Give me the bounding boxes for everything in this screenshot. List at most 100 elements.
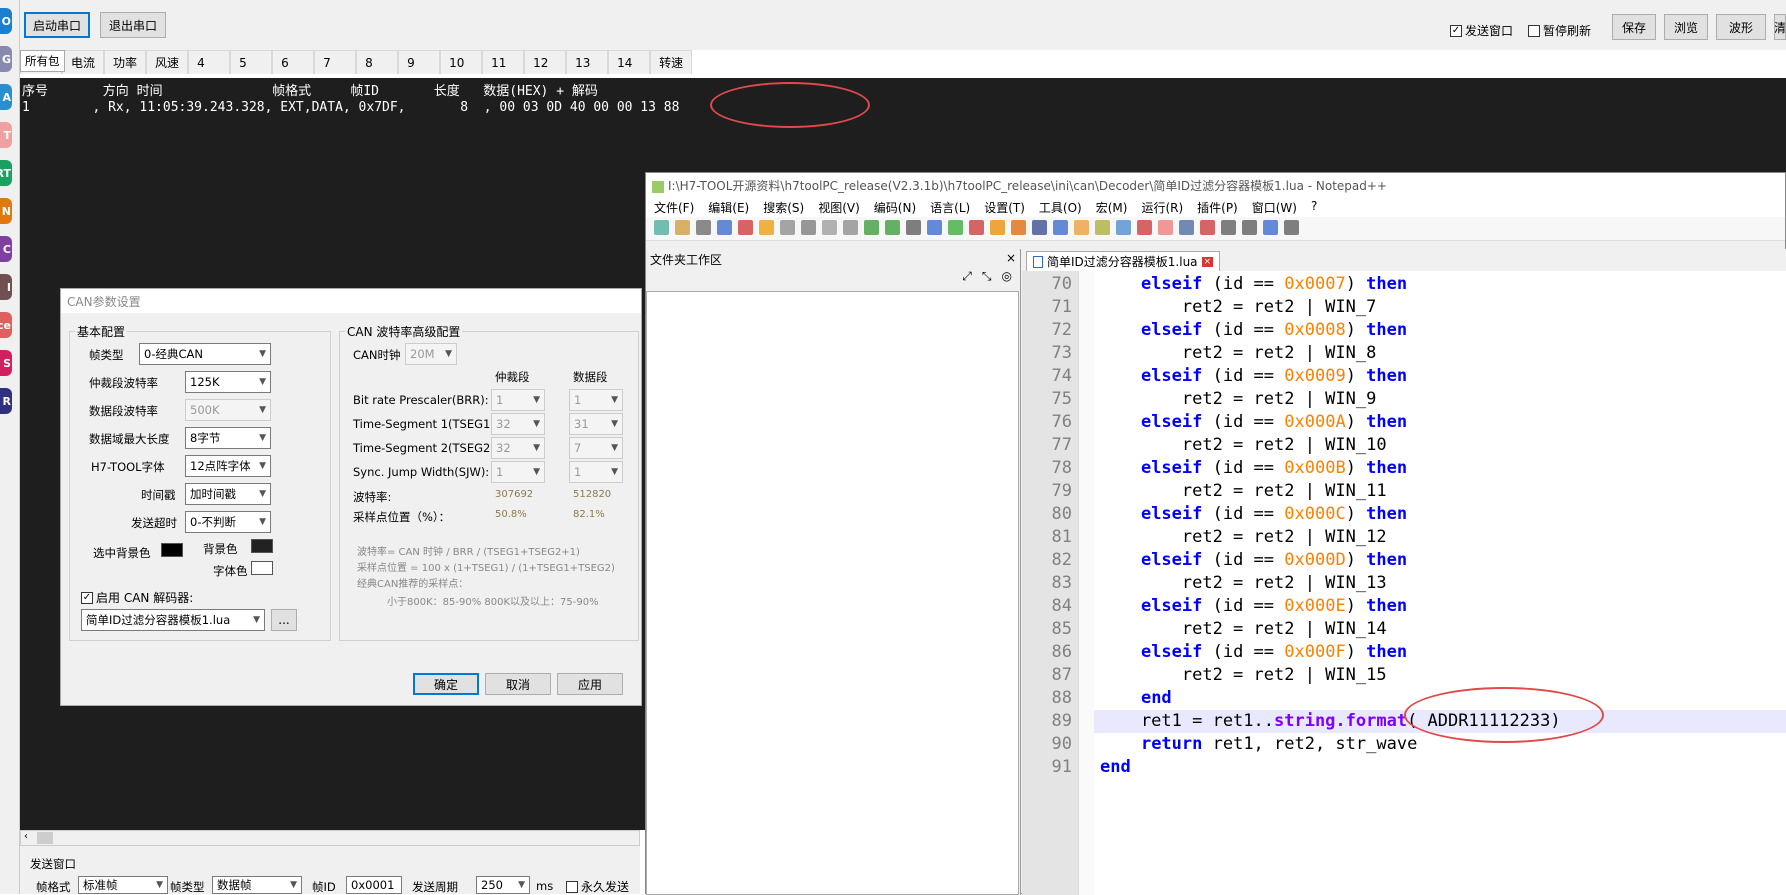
decoder-file-select[interactable]: 简单ID过滤分容器模板1.lua ▼ <box>81 609 265 631</box>
toolbar-button-icon[interactable] <box>1095 220 1110 235</box>
tab-channel[interactable]: 8 <box>356 50 399 74</box>
workspace-tree[interactable] <box>646 291 1019 895</box>
adv-data-select[interactable]: 7 ▼ <box>569 437 623 459</box>
tab-channel[interactable]: 转速 <box>650 50 693 74</box>
app-badge-icon[interactable]: T <box>0 122 12 148</box>
browse-button[interactable]: 浏览 <box>1664 14 1708 40</box>
sel-bg-swatch[interactable] <box>161 543 183 557</box>
toolbar-button-icon[interactable] <box>759 220 774 235</box>
tab-channel[interactable]: 14 <box>608 50 651 74</box>
frame-format-select[interactable]: 标准帧 ▼ <box>78 876 168 894</box>
app-badge-icon[interactable]: C <box>0 236 12 262</box>
expand-icon[interactable]: ⤢ <box>962 269 972 284</box>
menu-item[interactable]: 视图(V) <box>818 199 860 215</box>
toolbar-button-icon[interactable] <box>948 220 963 235</box>
toolbar-button-icon[interactable] <box>1053 220 1068 235</box>
close-icon[interactable]: × <box>1006 251 1016 267</box>
frame-id-input[interactable]: 0x0001 <box>346 876 402 894</box>
toolbar-button-icon[interactable] <box>822 220 837 235</box>
menu-item[interactable]: ? <box>1311 199 1317 215</box>
adv-arb-select[interactable]: 32 ▼ <box>491 413 545 435</box>
menu-item[interactable]: 语言(L) <box>930 199 970 215</box>
toolbar-button-icon[interactable] <box>801 220 816 235</box>
toolbar-button-icon[interactable] <box>717 220 732 235</box>
toolbar-button-icon[interactable] <box>1221 220 1236 235</box>
send-window-checkbox[interactable]: ✓ 发送窗口 <box>1450 22 1513 39</box>
timestamp-select[interactable]: 加时间戳 ▼ <box>185 483 271 505</box>
adv-arb-select[interactable]: 1 ▼ <box>491 389 545 411</box>
horizontal-scrollbar[interactable]: ‹ <box>20 830 640 846</box>
toolbar-button-icon[interactable] <box>1032 220 1047 235</box>
menu-item[interactable]: 文件(F) <box>654 199 694 215</box>
app-badge-icon[interactable]: G <box>0 46 12 72</box>
tab-channel[interactable]: 功率 <box>104 50 147 74</box>
pause-refresh-checkbox[interactable]: 暂停刷新 <box>1528 22 1591 39</box>
exit-port-button[interactable]: 退出串口 <box>100 12 166 38</box>
toolbar-button-icon[interactable] <box>1137 220 1152 235</box>
tab-channel[interactable]: 4 <box>188 50 231 74</box>
menu-item[interactable]: 搜索(S) <box>763 199 804 215</box>
menu-item[interactable]: 工具(O) <box>1039 199 1082 215</box>
frame-type-select[interactable]: 0-经典CAN ▼ <box>139 343 271 365</box>
tab-channel[interactable]: 12 <box>524 50 567 74</box>
tab-channel[interactable]: 5 <box>230 50 273 74</box>
ok-button[interactable]: 确定 <box>413 673 479 695</box>
toolbar-button-icon[interactable] <box>1284 220 1299 235</box>
toolbar-button-icon[interactable] <box>1158 220 1173 235</box>
font-color-swatch[interactable] <box>251 561 273 575</box>
app-badge-icon[interactable]: O <box>0 8 12 34</box>
tab-channel[interactable]: 风速 <box>146 50 189 74</box>
toolbar-button-icon[interactable] <box>864 220 879 235</box>
tab-channel[interactable]: 11 <box>482 50 525 74</box>
font-select[interactable]: 12点阵字体 ▼ <box>185 455 271 477</box>
save-button[interactable]: 保存 <box>1612 14 1656 40</box>
toolbar-button-icon[interactable] <box>1074 220 1089 235</box>
frame-type-select[interactable]: 数据帧 ▼ <box>212 876 302 894</box>
app-badge-icon[interactable]: N <box>0 198 12 224</box>
tab-channel[interactable]: 所有包 <box>20 50 65 72</box>
toolbar-button-icon[interactable] <box>843 220 858 235</box>
toolbar-button-icon[interactable] <box>780 220 795 235</box>
adv-data-select[interactable]: 31 ▼ <box>569 413 623 435</box>
wave-button[interactable]: 波形 <box>1716 14 1766 40</box>
clock-select[interactable]: 20M ▼ <box>405 343 457 365</box>
menu-item[interactable]: 窗口(W) <box>1252 199 1297 215</box>
bg-swatch[interactable] <box>251 539 273 553</box>
app-badge-icon[interactable]: R <box>0 388 12 414</box>
toolbar-button-icon[interactable] <box>927 220 942 235</box>
start-port-button[interactable]: 启动串口 <box>24 12 90 38</box>
app-badge-icon[interactable]: I <box>0 274 12 300</box>
scroll-thumb[interactable] <box>37 832 53 844</box>
forever-send-checkbox[interactable]: 永久发送 <box>566 878 629 895</box>
menu-item[interactable]: 编码(N) <box>874 199 916 215</box>
data-max-len-select[interactable]: 8字节 ▼ <box>185 427 271 449</box>
toolbar-button-icon[interactable] <box>1011 220 1026 235</box>
menu-item[interactable]: 设置(T) <box>984 199 1025 215</box>
data-baud-select[interactable]: 500K ▼ <box>185 399 271 421</box>
toolbar-button-icon[interactable] <box>1179 220 1194 235</box>
menu-item[interactable]: 宏(M) <box>1096 199 1128 215</box>
toolbar-button-icon[interactable] <box>969 220 984 235</box>
tab-channel[interactable]: 9 <box>398 50 441 74</box>
toolbar-button-icon[interactable] <box>675 220 690 235</box>
tab-channel[interactable]: 7 <box>314 50 357 74</box>
adv-data-select[interactable]: 1 ▼ <box>569 461 623 483</box>
toolbar-button-icon[interactable] <box>1200 220 1215 235</box>
menu-item[interactable]: 插件(P) <box>1197 199 1238 215</box>
clear-button[interactable]: 清 <box>1774 14 1786 40</box>
close-tab-icon[interactable]: × <box>1201 256 1214 267</box>
apply-button[interactable]: 应用 <box>557 673 623 695</box>
browse-decoder-button[interactable]: ... <box>271 609 297 631</box>
app-badge-icon[interactable]: S <box>0 350 12 376</box>
toolbar-button-icon[interactable] <box>990 220 1005 235</box>
tab-channel[interactable]: 10 <box>440 50 483 74</box>
send-timeout-select[interactable]: 0-不判断 ▼ <box>185 511 271 533</box>
toolbar-button-icon[interactable] <box>1242 220 1257 235</box>
toolbar-button-icon[interactable] <box>885 220 900 235</box>
adv-arb-select[interactable]: 32 ▼ <box>491 437 545 459</box>
arb-baud-select[interactable]: 125K ▼ <box>185 371 271 393</box>
adv-arb-select[interactable]: 1 ▼ <box>491 461 545 483</box>
tab-channel[interactable]: 13 <box>566 50 609 74</box>
collapse-icon[interactable]: ⤡ <box>982 269 992 284</box>
code-editor[interactable]: 70 71 72 73 74 75 76 77 78 79 80 81 82 83 84 85 86 87 88 89… <box>1022 271 1786 895</box>
